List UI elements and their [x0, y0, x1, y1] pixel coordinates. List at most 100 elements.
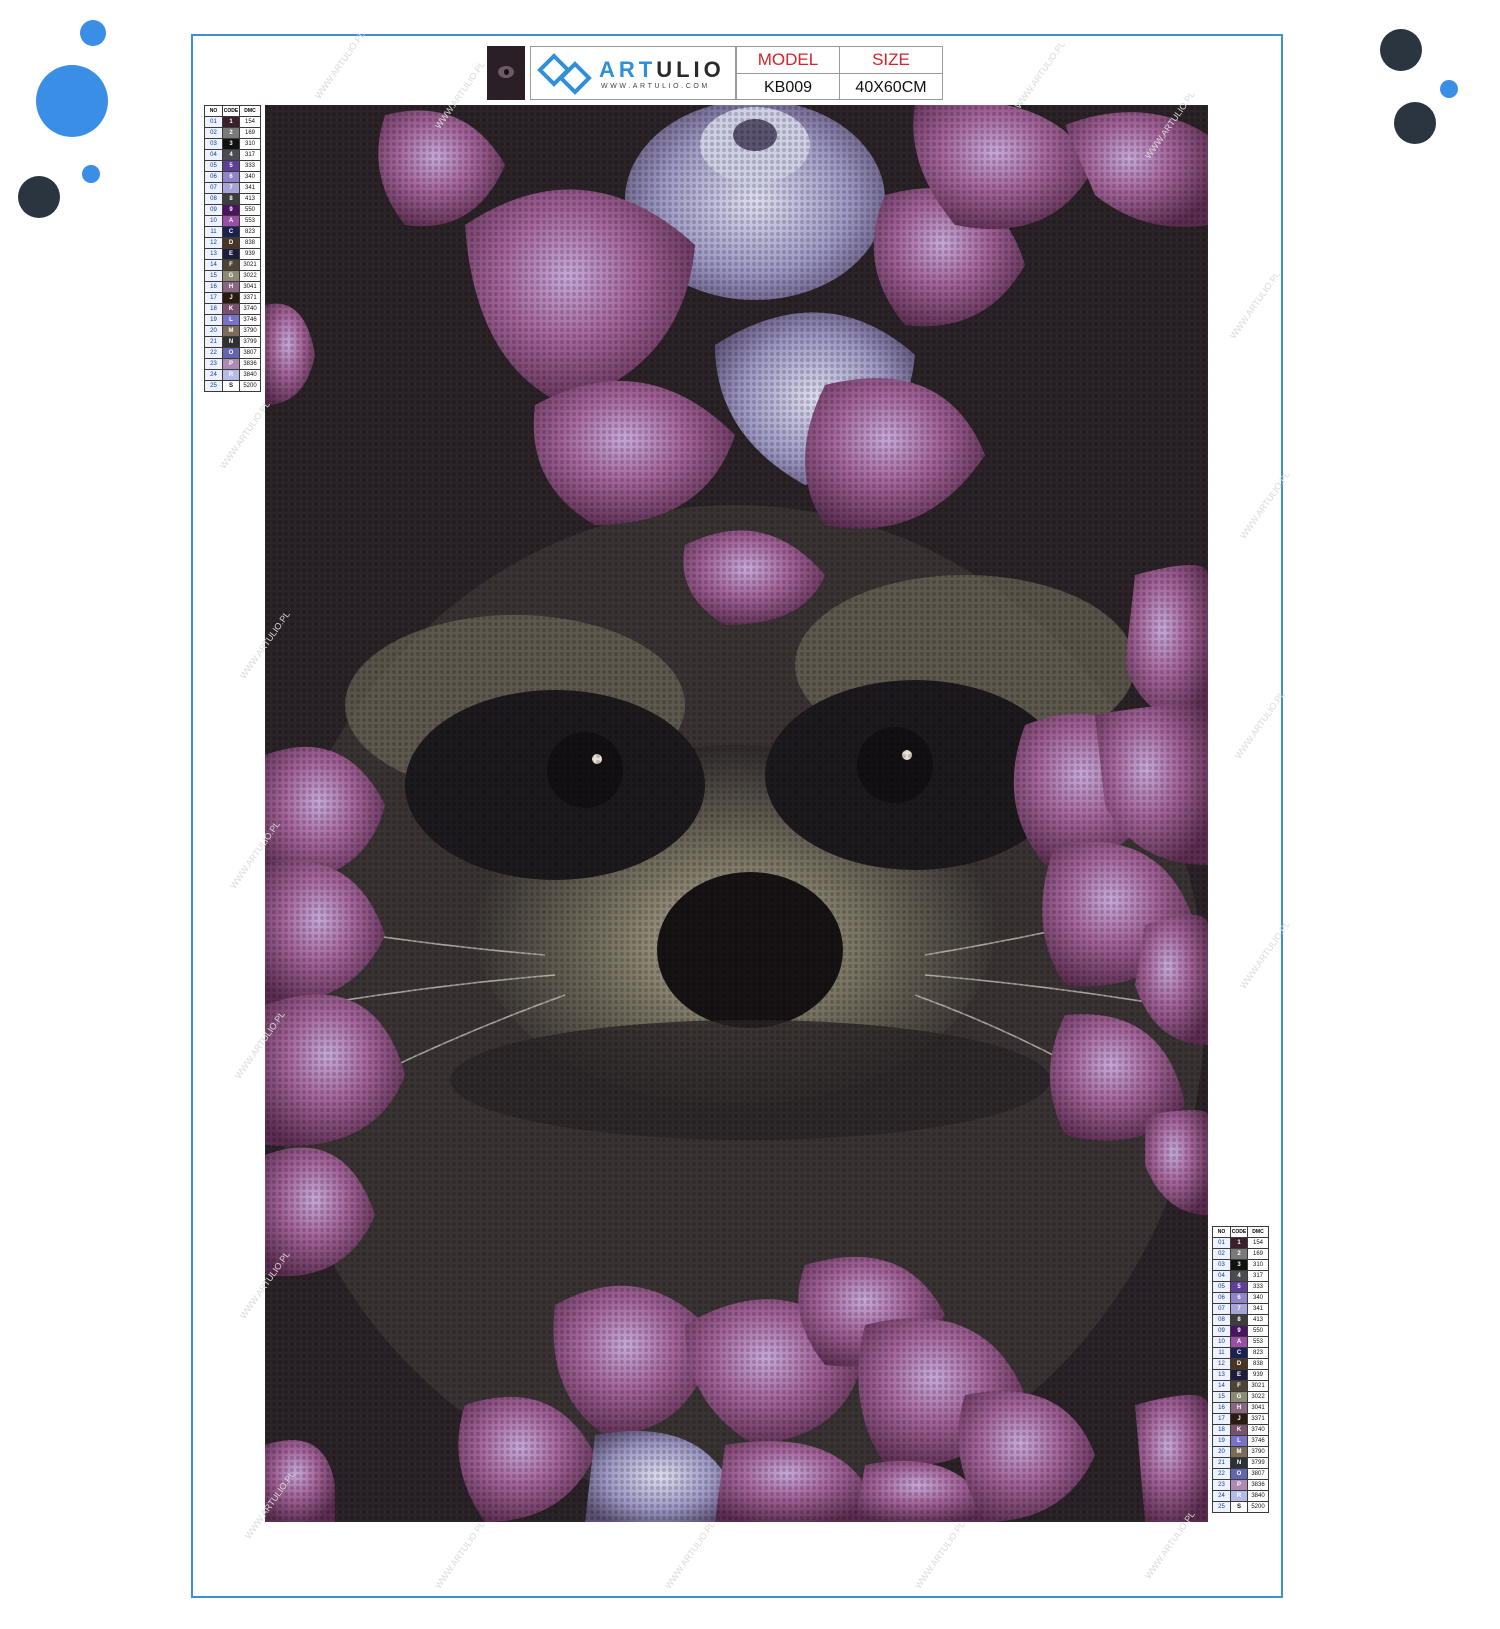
legend-code-swatch: 9 [1230, 1325, 1248, 1337]
legend-row: 06 6 340 [1212, 1292, 1269, 1304]
legend-dmc: 3790 [239, 325, 261, 337]
legend-number: 12 [204, 237, 223, 249]
legend-code-swatch: 6 [1230, 1292, 1248, 1304]
legend-number: 14 [1212, 1380, 1231, 1392]
legend-row: 14 F 3021 [204, 259, 261, 271]
legend-row: 08 8 413 [204, 193, 261, 205]
legend-number: 11 [204, 226, 223, 238]
legend-number: 25 [1212, 1501, 1231, 1513]
legend-dmc: 3740 [239, 303, 261, 315]
legend-dmc: 154 [1247, 1237, 1269, 1249]
legend-dmc: 550 [239, 204, 261, 216]
legend-code-swatch: N [222, 336, 240, 348]
legend-number: 05 [204, 160, 223, 172]
legend-dmc: 333 [1247, 1281, 1269, 1293]
legend-dmc: 3840 [239, 369, 261, 381]
legend-row: 15 G 3022 [1212, 1391, 1269, 1403]
legend-code-swatch: C [222, 226, 240, 238]
legend-number: 23 [204, 358, 223, 370]
legend-number: 02 [204, 127, 223, 139]
legend-code-swatch: 3 [222, 138, 240, 150]
legend-code-swatch: F [1230, 1380, 1248, 1392]
legend-row: 20 M 3790 [204, 325, 261, 337]
legend-dmc: 3836 [1247, 1479, 1269, 1491]
legend-code-swatch: F [222, 259, 240, 271]
legend-dmc: 3840 [1247, 1490, 1269, 1502]
preview-thumbnail [487, 46, 525, 100]
legend-header: NO [204, 105, 223, 117]
legend-code-swatch: 8 [222, 193, 240, 205]
color-legend-right: NO CODE DMC 01 1 154 02 2 169 03 3 310 04 4 317 05 5 333 0… [1212, 1226, 1269, 1513]
legend-number: 23 [1212, 1479, 1231, 1491]
legend-row: 04 4 317 [204, 149, 261, 161]
decor-dot [82, 165, 100, 183]
legend-header: DMC [239, 105, 261, 117]
legend-row: 11 C 823 [1212, 1347, 1269, 1359]
legend-row: 20 M 3790 [1212, 1446, 1269, 1458]
legend-row: 17 J 3371 [204, 292, 261, 304]
legend-number: 03 [204, 138, 223, 150]
legend-number: 02 [1212, 1248, 1231, 1260]
legend-dmc: 340 [239, 171, 261, 183]
legend-number: 20 [204, 325, 223, 337]
legend-code-swatch: P [1230, 1479, 1248, 1491]
size-label: SIZE [840, 47, 942, 74]
legend-code-swatch: N [1230, 1457, 1248, 1469]
legend-number: 07 [1212, 1303, 1231, 1315]
legend-dmc: 317 [1247, 1270, 1269, 1282]
legend-dmc: 413 [239, 193, 261, 205]
legend-number: 13 [1212, 1369, 1231, 1381]
legend-number: 01 [204, 116, 223, 128]
legend-row: 18 K 3740 [1212, 1424, 1269, 1436]
legend-dmc: 838 [1247, 1358, 1269, 1370]
legend-code-swatch: 6 [222, 171, 240, 183]
legend-row: 07 7 341 [204, 182, 261, 194]
legend-code-swatch: 5 [1230, 1281, 1248, 1293]
legend-dmc: 3799 [1247, 1457, 1269, 1469]
legend-dmc: 3807 [1247, 1468, 1269, 1480]
legend-row: 03 3 310 [1212, 1259, 1269, 1271]
legend-dmc: 3022 [1247, 1391, 1269, 1403]
legend-code-swatch: H [222, 281, 240, 293]
brand-name: ARTULIO [599, 57, 725, 82]
legend-row: 01 1 154 [1212, 1237, 1269, 1249]
legend-code-swatch: G [1230, 1391, 1248, 1403]
legend-code-swatch: K [1230, 1424, 1248, 1436]
legend-dmc: 3371 [1247, 1413, 1269, 1425]
legend-code-swatch: D [1230, 1358, 1248, 1370]
legend-number: 06 [204, 171, 223, 183]
legend-code-swatch: D [222, 237, 240, 249]
legend-number: 16 [1212, 1402, 1231, 1414]
legend-dmc: 340 [1247, 1292, 1269, 1304]
legend-row: 13 E 939 [204, 248, 261, 260]
legend-number: 24 [204, 369, 223, 381]
legend-code-swatch: 7 [1230, 1303, 1248, 1315]
brand-url: WWW.ARTULIO.COM [601, 83, 710, 90]
legend-code-swatch: O [1230, 1468, 1248, 1480]
legend-dmc: 310 [239, 138, 261, 150]
diamond-painting-canvas [265, 105, 1208, 1522]
legend-code-swatch: 5 [222, 160, 240, 172]
size-value: 40X60CM [855, 79, 927, 96]
legend-code-swatch: 3 [1230, 1259, 1248, 1271]
legend-number: 19 [1212, 1435, 1231, 1447]
legend-row: 01 1 154 [204, 116, 261, 128]
legend-number: 08 [1212, 1314, 1231, 1326]
legend-code-swatch: J [1230, 1413, 1248, 1425]
legend-number: 04 [204, 149, 223, 161]
legend-row: 22 O 3807 [1212, 1468, 1269, 1480]
legend-code-swatch: 1 [222, 116, 240, 128]
legend-number: 18 [204, 303, 223, 315]
legend-dmc: 553 [239, 215, 261, 227]
legend-row: 09 9 550 [204, 204, 261, 216]
legend-number: 06 [1212, 1292, 1231, 1304]
legend-number: 18 [1212, 1424, 1231, 1436]
legend-number: 04 [1212, 1270, 1231, 1282]
legend-dmc: 3740 [1247, 1424, 1269, 1436]
legend-header: NO [1212, 1226, 1231, 1238]
legend-row: 07 7 341 [1212, 1303, 1269, 1315]
legend-dmc: 550 [1247, 1325, 1269, 1337]
legend-code-swatch: M [222, 325, 240, 337]
size-cell: SIZE 40X60CM [839, 46, 943, 100]
legend-row: 05 5 333 [204, 160, 261, 172]
